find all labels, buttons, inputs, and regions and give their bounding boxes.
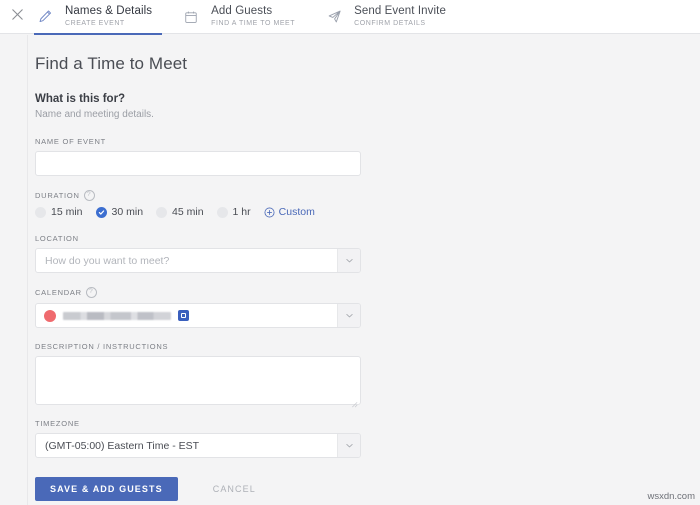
duration-option-15-min[interactable]: 15 min [35, 206, 83, 218]
field-location: LOCATION How do you want to meet? [35, 234, 361, 273]
badge-inner-shape [181, 313, 186, 318]
chevron-down-icon[interactable] [337, 434, 360, 457]
duration-label: DURATION ? [35, 190, 361, 201]
calendar-account-row [36, 304, 337, 327]
main-panel: Find a Time to Meet What is this for? Na… [27, 35, 700, 505]
duration-option-30-min[interactable]: 30 min [95, 206, 144, 218]
duration-option-label: 30 min [111, 206, 144, 218]
label-text: LOCATION [35, 234, 79, 243]
chevron-down-icon[interactable] [337, 304, 360, 327]
watermark: wsxdn.com [647, 491, 695, 502]
field-duration: DURATION ? 15 min 30 min 45 min 1 hr Cus… [35, 190, 361, 218]
description-label: DESCRIPTION / INSTRUCTIONS [35, 342, 361, 351]
radio-dot [35, 206, 46, 218]
calendar-badge-icon [178, 310, 189, 321]
step-text: Send Event Invite CONFIRM DETAILS [354, 4, 446, 28]
timezone-select[interactable]: (GMT-05:00) Eastern Time - EST [35, 433, 361, 458]
calendar-label: CALENDAR ? [35, 287, 361, 298]
radio-dot [156, 206, 168, 218]
label-text: DURATION [35, 191, 80, 200]
step-text: Names & Details CREATE EVENT [65, 4, 153, 28]
duration-option-label: 1 hr [232, 206, 251, 218]
paper-plane-icon [323, 6, 345, 28]
help-icon[interactable]: ? [83, 190, 95, 201]
step-add-guests[interactable]: Add Guests FIND A TIME TO MEET [180, 0, 323, 34]
step-title: Send Event Invite [354, 4, 446, 17]
form-actions: SAVE & ADD GUESTS CANCEL [35, 477, 361, 501]
label-text: TIMEZONE [35, 419, 80, 428]
duration-option-label: 15 min [51, 206, 83, 218]
field-timezone: TIMEZONE (GMT-05:00) Eastern Time - EST [35, 419, 361, 458]
location-placeholder: How do you want to meet? [45, 254, 170, 267]
radio-dot-checked [95, 206, 107, 218]
duration-option-label: 45 min [172, 206, 204, 218]
label-text: DESCRIPTION / INSTRUCTIONS [35, 342, 169, 351]
radio-dot [216, 206, 228, 218]
step-subtitle: CREATE EVENT [65, 20, 125, 28]
field-description: DESCRIPTION / INSTRUCTIONS [35, 342, 361, 408]
name-of-event-label: NAME OF EVENT [35, 137, 361, 146]
section-subheading: Name and meeting details. [35, 109, 154, 120]
resize-handle[interactable] [351, 395, 358, 408]
step-subtitle: CONFIRM DETAILS [354, 20, 426, 28]
description-textarea[interactable] [36, 357, 360, 404]
plus-circle-icon [264, 207, 275, 218]
timezone-label: TIMEZONE [35, 419, 361, 428]
label-text: CALENDAR [35, 288, 82, 297]
calendar-select[interactable] [35, 303, 361, 328]
step-names-and-details[interactable]: Names & Details CREATE EVENT [34, 0, 180, 35]
name-of-event-input[interactable] [35, 151, 361, 176]
description-textarea-wrap [35, 356, 361, 408]
custom-label: Custom [278, 206, 315, 218]
page-title: Find a Time to Meet [35, 54, 188, 73]
section-heading: What is this for? [35, 93, 126, 105]
calendar-icon [180, 6, 202, 28]
wizard-stepper-nav: Names & Details CREATE EVENT Add Guests [0, 0, 700, 35]
duration-option-45-min[interactable]: 45 min [156, 206, 204, 218]
app-root: Names & Details CREATE EVENT Add Guests [0, 0, 700, 505]
step-list: Names & Details CREATE EVENT Add Guests [34, 0, 474, 35]
calendar-color-swatch [44, 309, 56, 322]
step-title: Add Guests [211, 4, 273, 17]
calendar-account-name-redacted [63, 311, 171, 320]
location-select[interactable]: How do you want to meet? [35, 248, 361, 273]
chevron-down-icon[interactable] [337, 249, 360, 272]
duration-custom-button[interactable]: Custom [264, 206, 315, 218]
event-details-form: NAME OF EVENT DURATION ? 15 min 30 min 4… [35, 137, 361, 501]
timezone-value: (GMT-05:00) Eastern Time - EST [45, 439, 200, 452]
label-text: NAME OF EVENT [35, 137, 107, 146]
field-calendar: CALENDAR ? [35, 287, 361, 328]
step-title: Names & Details [65, 4, 153, 17]
help-icon[interactable]: ? [85, 287, 97, 298]
save-and-add-guests-button[interactable]: SAVE & ADD GUESTS [35, 477, 178, 501]
step-send-event-invite[interactable]: Send Event Invite CONFIRM DETAILS [323, 0, 474, 34]
duration-option-1-hr[interactable]: 1 hr [216, 206, 251, 218]
step-text: Add Guests FIND A TIME TO MEET [211, 4, 296, 28]
pencil-icon [34, 6, 56, 28]
cancel-button[interactable]: CANCEL [207, 483, 262, 495]
duration-radio-group: 15 min 30 min 45 min 1 hr Custom [35, 206, 361, 218]
location-label: LOCATION [35, 234, 361, 243]
close-icon [11, 8, 24, 26]
field-name-of-event: NAME OF EVENT [35, 137, 361, 176]
step-subtitle: FIND A TIME TO MEET [211, 20, 296, 28]
close-button[interactable] [0, 0, 34, 34]
